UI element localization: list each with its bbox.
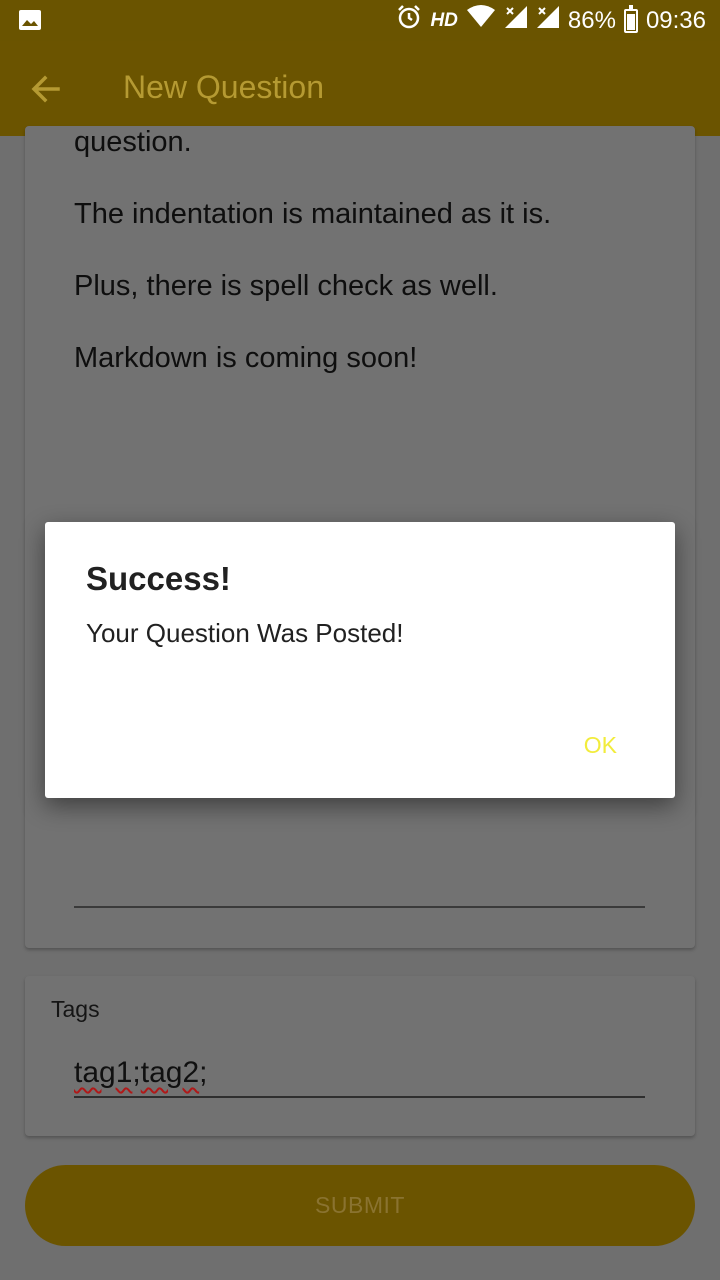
arrow-back-icon[interactable] — [26, 69, 66, 109]
app-bar: New Question — [0, 41, 720, 136]
question-body-line[interactable]: Plus, there is spell check as well. — [74, 270, 498, 303]
input-underline — [74, 906, 645, 908]
question-body-line[interactable]: The indentation is maintained as it is. — [74, 198, 551, 231]
signal-icon — [536, 5, 560, 36]
question-body-line[interactable]: question. — [74, 126, 192, 159]
success-dialog: Success! Your Question Was Posted! OK — [45, 522, 675, 798]
question-body-line[interactable]: Markdown is coming soon! — [74, 342, 417, 375]
battery-percent: 86% — [567, 6, 616, 34]
tags-label: Tags — [51, 996, 100, 1022]
tags-input[interactable]: tag1;tag2; — [74, 1056, 207, 1090]
status-bar: HD 86% 09:36 — [0, 0, 720, 41]
ok-button[interactable]: OK — [584, 732, 617, 759]
wifi-icon — [466, 5, 496, 36]
image-icon — [18, 9, 42, 31]
battery-icon — [623, 4, 638, 33]
dialog-message: Your Question Was Posted! — [86, 618, 404, 648]
alarm-icon — [396, 4, 422, 37]
dialog-title: Success! — [86, 560, 231, 597]
input-underline — [74, 1096, 645, 1098]
page-title: New Question — [123, 69, 324, 105]
hd-indicator: HD — [430, 9, 458, 31]
signal-icon — [504, 5, 528, 36]
submit-button[interactable]: SUBMIT — [25, 1165, 695, 1246]
tags-card: Tags tag1;tag2; — [25, 976, 695, 1136]
clock: 09:36 — [645, 6, 706, 34]
